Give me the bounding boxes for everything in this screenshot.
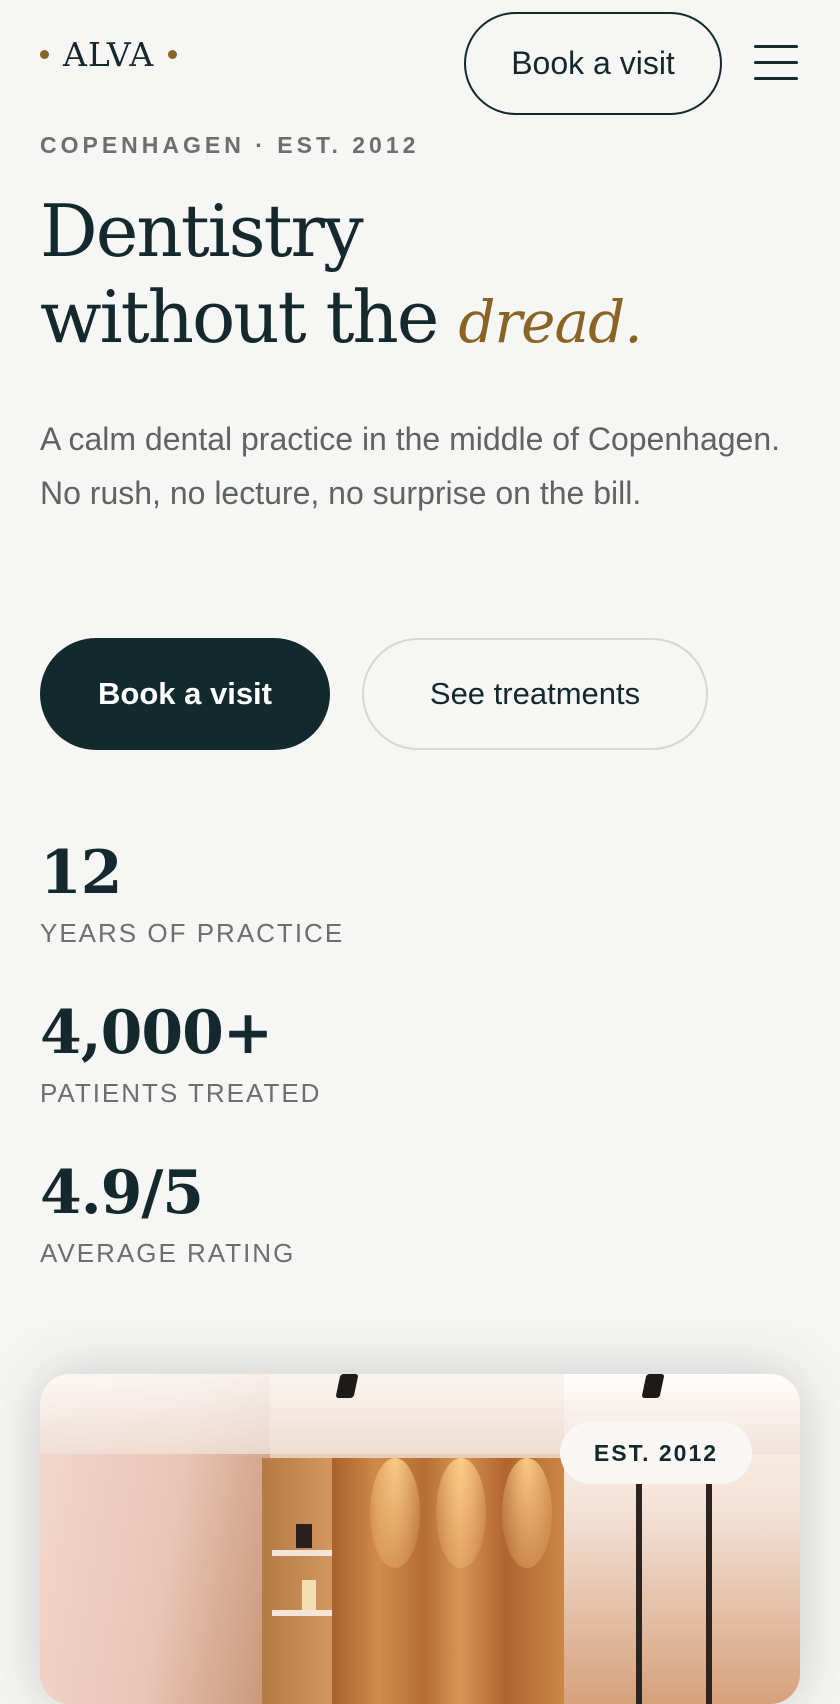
hero-lede: A calm dental practice in the middle of … [40,421,781,511]
photo-shelf-item [296,1524,312,1548]
photo-light-glow [370,1458,420,1568]
header-book-button[interactable]: Book a visit [464,12,722,115]
headline-line-1: Dentistry [40,189,364,273]
headline-accent: dread. [458,288,642,356]
stat-label: YEARS OF PRACTICE [40,918,345,948]
stat-rating: 4.9/5 AVERAGE RATING [40,1158,295,1269]
stat-label: AVERAGE RATING [40,1238,296,1268]
hero-headline: Dentistry without the dread. [40,188,643,365]
logo-dot-left [40,50,49,59]
hamburger-bar [754,77,798,80]
see-treatments-button[interactable]: See treatments [362,638,708,750]
photo-door-frame [636,1484,642,1704]
photo-shelf-board [272,1610,334,1616]
logo-dot-right [168,50,178,59]
stat-patients: 4,000+ PATIENTS TREATED [40,998,321,1109]
stat-value: 12 [40,838,123,908]
photo-door-frame [706,1458,712,1704]
site-header: ALVA Book a visit [0,0,840,130]
stat-label: PATIENTS TREATED [40,1078,322,1108]
book-visit-button[interactable]: Book a visit [40,638,330,750]
photo-shelf-board [272,1550,334,1556]
photo-shelf-item [302,1580,316,1610]
brand-name: ALVA [63,35,155,74]
stat-value: 4,000+ [40,998,273,1068]
hamburger-bar [754,45,798,48]
brand-logo[interactable]: ALVA [40,35,178,74]
hamburger-bar [754,61,798,64]
photo-shelf [262,1458,338,1704]
headline-line-2: without the [40,275,439,359]
hamburger-menu-icon[interactable] [754,44,798,82]
stat-years: 12 YEARS OF PRACTICE [40,838,344,949]
photo-light-glow [502,1458,552,1568]
stat-value: 4.9/5 [40,1158,204,1228]
photo-light-glow [436,1458,486,1568]
est-badge: EST. 2012 [560,1422,752,1484]
hero-eyebrow: COPENHAGEN · EST. 2012 [40,132,420,158]
